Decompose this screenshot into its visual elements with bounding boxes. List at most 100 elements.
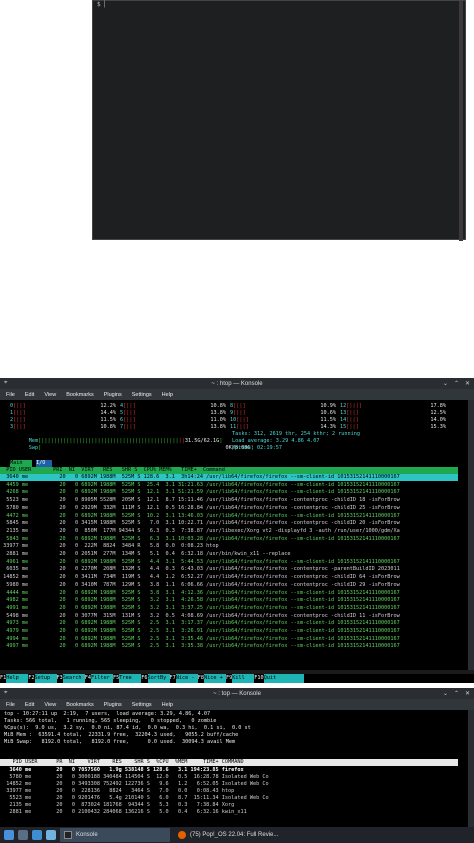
- process-row[interactable]: 5845 me 20 0 3415M 1988M 525M S 7.0 3.1 …: [0, 520, 458, 527]
- menu-item[interactable]: File: [6, 702, 15, 708]
- maximize-icon[interactable]: ⌃: [454, 690, 459, 697]
- fkey-kill[interactable]: F9Kill: [226, 674, 255, 683]
- menu-item[interactable]: Edit: [25, 392, 34, 398]
- process-row[interactable]: 4459 me 20 0 6892M 1988M 525M S 25.4 3.1…: [0, 482, 458, 489]
- tab-main[interactable]: Main: [10, 460, 32, 467]
- process-row[interactable]: 5780 me 20 0 2929M 332M 111M S 12.1 0.5 …: [0, 505, 458, 512]
- top-process-row[interactable]: 14852 me 20 0 3493308 752492 122736 S 9.…: [0, 781, 268, 788]
- load-line: Load average: 3.29 4.86 4.07: [232, 438, 320, 444]
- tab-io[interactable]: I/O: [36, 460, 52, 467]
- dolphin-icon[interactable]: [46, 830, 56, 840]
- htop-konsole-window[interactable]: ⌖ ~ : htop — Konsole ⌄ ⌃ ✕ File Edit View B…: [0, 378, 474, 683]
- fkey-setup[interactable]: F2Setup: [28, 674, 57, 683]
- top-summary-line: MiB Swap: 8192.0 total, 8192.0 free, 0.0…: [4, 739, 236, 745]
- fkey-search[interactable]: F3Search: [56, 674, 85, 683]
- firefox-icon: [178, 831, 186, 839]
- top-process-row[interactable]: 33977 me 20 0 228136 8824 3464 S 7.0 0.0…: [0, 788, 234, 795]
- cpu-meter: 8[||] 10.9%: [230, 403, 336, 409]
- process-row[interactable]: 5843 me 20 0 6892M 1988M 525M S 6.3 3.1 …: [0, 536, 458, 543]
- process-row[interactable]: 4979 me 20 0 6892M 1988M 525M S 2.5 3.1 …: [0, 628, 458, 635]
- fkey-quit[interactable]: F10Quit: [254, 674, 304, 683]
- process-row[interactable]: 3640 me 20 0 6892M 1988M 525M S 128.6 3.…: [0, 474, 458, 481]
- fkey-filter[interactable]: F4Filter: [84, 674, 113, 683]
- process-row[interactable]: 4472 me 20 0 6892M 1988M 525M S 10.2 3.1…: [0, 513, 458, 520]
- process-row[interactable]: 33977 me 20 0 222M 8824 3484 R 5.8 0.0 0…: [0, 543, 458, 550]
- top-titlebar[interactable]: ⌖ ~ : top — Konsole ⌄ ⌃ ✕: [0, 688, 474, 699]
- taskbar-konsole[interactable]: Konsole: [60, 828, 170, 842]
- top-konsole-window[interactable]: ⌖ ~ : top — Konsole ⌄ ⌃ ✕ File Edit View Bo…: [0, 688, 474, 838]
- top-terminal[interactable]: top - 10:27:11 up 2:19, 7 users, load av…: [0, 710, 474, 838]
- app-menu-icon[interactable]: [4, 830, 14, 840]
- cpu-meter: 3[||] 10.8%: [10, 424, 116, 430]
- top-process-row[interactable]: 2881 me 20 0 2100432 284068 136216 S 5.0…: [0, 809, 246, 816]
- cpu-meter: 7[||] 13.8%: [120, 424, 226, 430]
- cpu-meter: 12[|||] 17.8%: [340, 403, 446, 409]
- process-row[interactable]: 4982 me 20 0 6892M 1988M 525M S 3.2 3.1 …: [0, 597, 458, 604]
- cpu-meter: 9[||] 10.6%: [230, 410, 336, 416]
- fkey-sortby[interactable]: F6SortBy: [141, 674, 170, 683]
- minimize-icon[interactable]: ⌄: [443, 380, 448, 387]
- process-row[interactable]: 2135 me 20 0 850M 177M 94344 S 6.3 0.3 7…: [0, 528, 458, 535]
- top-table-header: PID USER PR NI VIRT RES SHR S %CPU %MEM …: [0, 759, 458, 766]
- process-table-header[interactable]: PID USER PRI NI VIRT RES SHR S CPU% MEM%…: [0, 467, 458, 474]
- floating-terminal[interactable]: $ ▏: [92, 0, 466, 241]
- menu-item[interactable]: Help: [162, 702, 173, 708]
- cpu-meter: 11[||] 14.3%: [230, 424, 336, 430]
- top-summary-line: top - 10:27:11 up 2:19, 7 users, load av…: [4, 711, 211, 717]
- close-icon[interactable]: ✕: [465, 380, 470, 387]
- menu-item[interactable]: Help: [162, 392, 173, 398]
- top-summary-line: %Cpu(s): 9.0 us, 3.2 sy, 0.0 ni, 87.4 id…: [4, 725, 251, 731]
- terminal-scrollbar[interactable]: [468, 710, 474, 838]
- menu-item[interactable]: Plugins: [104, 392, 122, 398]
- process-row[interactable]: 4961 me 20 0 6892M 1988M 525M S 4.4 3.1 …: [0, 559, 458, 566]
- top-process-row[interactable]: 5523 me 20 0 9201476 5.4g 210140 S 6.0 8…: [0, 795, 268, 802]
- taskbar-browser[interactable]: (75) Pop!_OS 22.04: Full Revie...: [174, 828, 334, 842]
- top-process-row[interactable]: 2135 me 20 0 873024 181768 94344 S 5.3 0…: [0, 802, 234, 809]
- process-row[interactable]: 6035 me 20 0 2270M 208M 132M S 4.4 0.3 6…: [0, 566, 458, 573]
- terminal-scrollbar[interactable]: [459, 1, 463, 241]
- fkey-help[interactable]: F1Help: [0, 674, 29, 683]
- cpu-meter: 14[||] 14.0%: [340, 417, 446, 423]
- menu-item[interactable]: Settings: [132, 702, 152, 708]
- process-row[interactable]: 5498 me 20 0 3077M 315M 131M S 3.2 0.5 4…: [0, 613, 458, 620]
- fkey-nice[interactable]: F7Nice -: [169, 674, 198, 683]
- konsole-icon: [64, 831, 72, 839]
- menu-item[interactable]: Settings: [132, 392, 152, 398]
- process-row[interactable]: 4973 me 20 0 6892M 1988M 525M S 2.5 3.1 …: [0, 620, 458, 627]
- menu-item[interactable]: Bookmarks: [66, 392, 94, 398]
- process-row[interactable]: 4268 me 20 0 6892M 1988M 525M S 12.1 3.1…: [0, 489, 458, 496]
- cpu-meter: 4[||] 10.8%: [120, 403, 226, 409]
- fkey-tree[interactable]: F5Tree: [113, 674, 142, 683]
- minimize-icon[interactable]: ⌄: [443, 690, 448, 697]
- top-process-row[interactable]: 3640 me 20 0 7057560 1.9g 538148 S 128.6…: [0, 767, 243, 774]
- process-row[interactable]: 5523 me 20 0 8905M 5528M 205M S 12.1 8.7…: [0, 497, 458, 504]
- cpu-meter: 6[||] 11.0%: [120, 417, 226, 423]
- desktop-icon[interactable]: [18, 830, 28, 840]
- swap-meter: Swp[ 0K/8.00G]: [28, 445, 254, 451]
- top-process-row[interactable]: 5780 me 20 0 3000188 340484 114504 S 12.…: [0, 774, 268, 781]
- menu-item[interactable]: View: [44, 702, 56, 708]
- menu-item[interactable]: Bookmarks: [66, 702, 94, 708]
- htop-terminal[interactable]: 0[||] 12.2% 1[||] 14.4% 2[||] 11.5% 3[||] 10.8%…: [0, 400, 474, 670]
- menu-item[interactable]: View: [44, 392, 56, 398]
- cpu-meter: 0[||] 12.2%: [10, 403, 116, 409]
- process-row[interactable]: 4997 me 20 0 6892M 1988M 525M S 2.5 3.1 …: [0, 643, 458, 650]
- terminal-scrollbar[interactable]: [468, 400, 474, 670]
- fkey-nice[interactable]: F8Nice +: [197, 674, 226, 683]
- menubar: File Edit View Bookmarks Plugins Settings Help: [0, 699, 474, 710]
- pin-icon[interactable]: ⌖: [4, 380, 7, 387]
- files-icon[interactable]: [32, 830, 42, 840]
- menu-item[interactable]: File: [6, 392, 15, 398]
- menu-item[interactable]: Edit: [25, 702, 34, 708]
- process-row[interactable]: 2881 me 20 0 2051M 277M 134M S 5.1 0.4 6…: [0, 551, 458, 558]
- htop-titlebar[interactable]: ⌖ ~ : htop — Konsole ⌄ ⌃ ✕: [0, 378, 474, 389]
- menu-item[interactable]: Plugins: [104, 702, 122, 708]
- close-icon[interactable]: ✕: [465, 690, 470, 697]
- process-row[interactable]: 14852 me 20 0 3411M 734M 119M S 4.4 1.2 …: [0, 574, 458, 581]
- process-row[interactable]: 4994 me 20 0 6892M 1988M 525M S 2.5 3.1 …: [0, 636, 458, 643]
- process-row[interactable]: 5980 me 20 0 3410M 787M 129M S 3.8 1.1 6…: [0, 582, 458, 589]
- process-row[interactable]: 4991 me 20 0 6892M 1988M 525M S 3.2 3.1 …: [0, 605, 458, 612]
- process-row[interactable]: 4444 me 20 0 6892M 1988M 525M S 3.8 3.1 …: [0, 590, 458, 597]
- pin-icon[interactable]: ⌖: [4, 690, 7, 697]
- maximize-icon[interactable]: ⌃: [454, 380, 459, 387]
